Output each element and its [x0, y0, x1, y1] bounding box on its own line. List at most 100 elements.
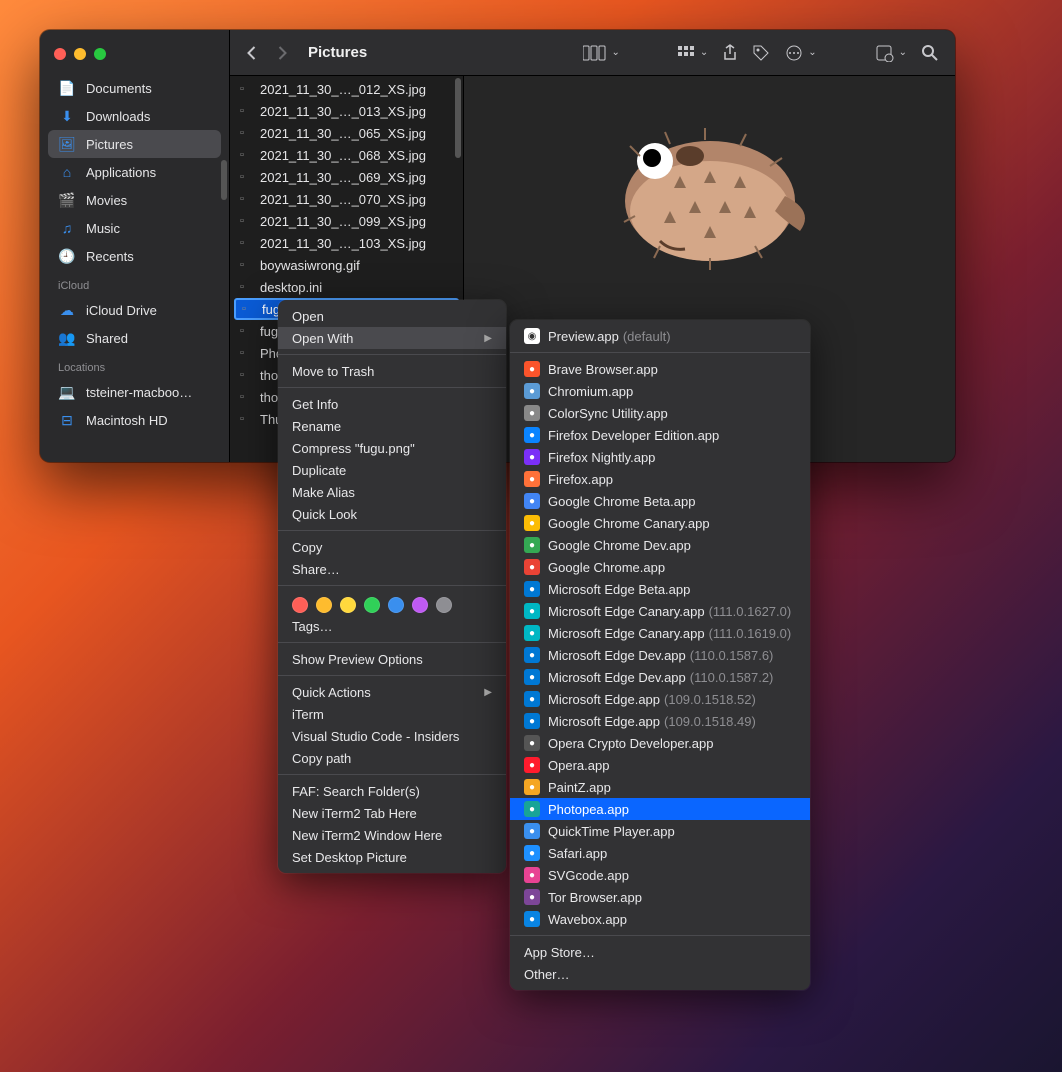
file-item[interactable]: ▫2021_11_30_…_013_XS.jpg	[230, 100, 463, 122]
open-with-app[interactable]: ●Microsoft Edge.app(109.0.1518.52)	[510, 688, 810, 710]
search-button[interactable]	[921, 44, 939, 62]
open-with-app[interactable]: ●Firefox Nightly.app	[510, 446, 810, 468]
menu-new-iterm-tab[interactable]: New iTerm2 Tab Here	[278, 802, 506, 824]
open-with-app[interactable]: ●Google Chrome Dev.app	[510, 534, 810, 556]
open-with-app[interactable]: ●Google Chrome Canary.app	[510, 512, 810, 534]
close-window[interactable]	[54, 48, 66, 60]
tag-color[interactable]	[364, 597, 380, 613]
back-button[interactable]	[246, 45, 257, 61]
menu-compress[interactable]: Compress "fugu.png"	[278, 437, 506, 459]
open-with-app[interactable]: ●SVGcode.app	[510, 864, 810, 886]
menu-new-iterm-window[interactable]: New iTerm2 Window Here	[278, 824, 506, 846]
sidebar-item-shared[interactable]: 👥Shared	[48, 324, 221, 352]
file-item[interactable]: ▫boywasiwrong.gif	[230, 254, 463, 276]
open-with-app[interactable]: ●Microsoft Edge Dev.app(110.0.1587.2)	[510, 666, 810, 688]
view-columns-button[interactable]: ⌄	[583, 45, 619, 61]
open-with-app[interactable]: ●Google Chrome Beta.app	[510, 490, 810, 512]
menu-share[interactable]: Share…	[278, 558, 506, 580]
open-with-app[interactable]: ●Wavebox.app	[510, 908, 810, 930]
sidebar-item-recents[interactable]: 🕘Recents	[48, 242, 221, 270]
menu-trash[interactable]: Move to Trash	[278, 360, 506, 382]
open-with-app[interactable]: ●QuickTime Player.app	[510, 820, 810, 842]
open-with-app[interactable]: ●Microsoft Edge Beta.app	[510, 578, 810, 600]
menu-preview-options[interactable]: Show Preview Options	[278, 648, 506, 670]
app-name: Google Chrome Beta.app	[548, 494, 695, 509]
filelist-scrollbar[interactable]	[455, 78, 461, 158]
open-with-app[interactable]: ●ColorSync Utility.app	[510, 402, 810, 424]
file-item[interactable]: ▫2021_11_30_…_070_XS.jpg	[230, 188, 463, 210]
open-with-app[interactable]: ●Chromium.app	[510, 380, 810, 402]
folder-icon: ⌂	[58, 164, 76, 180]
open-with-app[interactable]: ●Safari.app	[510, 842, 810, 864]
sidebar-scrollbar[interactable]	[221, 160, 227, 200]
file-item[interactable]: ▫2021_11_30_…_069_XS.jpg	[230, 166, 463, 188]
forward-button[interactable]	[277, 45, 288, 61]
file-item[interactable]: ▫2021_11_30_…_099_XS.jpg	[230, 210, 463, 232]
sidebar-item-macintosh-hd[interactable]: ⊟Macintosh HD	[48, 406, 221, 434]
open-with-default[interactable]: ◉ Preview.app (default)	[510, 325, 810, 347]
open-with-app[interactable]: ●Opera.app	[510, 754, 810, 776]
open-with-app[interactable]: ●Opera Crypto Developer.app	[510, 732, 810, 754]
open-with-app[interactable]: ●Firefox Developer Edition.app	[510, 424, 810, 446]
file-icon: ▫	[240, 325, 254, 337]
menu-open[interactable]: Open	[278, 305, 506, 327]
sidebar-item-downloads[interactable]: ⬇Downloads	[48, 102, 221, 130]
open-with-app[interactable]: ●Microsoft Edge Canary.app(111.0.1627.0)	[510, 600, 810, 622]
menu-get-info[interactable]: Get Info	[278, 393, 506, 415]
actions-button[interactable]: ⌄	[875, 44, 907, 62]
menu-vscode[interactable]: Visual Studio Code - Insiders	[278, 725, 506, 747]
tag-color[interactable]	[436, 597, 452, 613]
menu-alias[interactable]: Make Alias	[278, 481, 506, 503]
tag-color[interactable]	[316, 597, 332, 613]
menu-duplicate[interactable]: Duplicate	[278, 459, 506, 481]
open-with-app[interactable]: ●PaintZ.app	[510, 776, 810, 798]
menu-open-with[interactable]: Open With▶	[278, 327, 506, 349]
file-item[interactable]: ▫2021_11_30_…_103_XS.jpg	[230, 232, 463, 254]
menu-quicklook[interactable]: Quick Look	[278, 503, 506, 525]
share-button[interactable]	[722, 44, 738, 62]
minimize-window[interactable]	[74, 48, 86, 60]
menu-faf[interactable]: FAF: Search Folder(s)	[278, 780, 506, 802]
tag-color[interactable]	[292, 597, 308, 613]
file-item[interactable]: ▫2021_11_30_…_012_XS.jpg	[230, 78, 463, 100]
open-with-app[interactable]: ●Photopea.app	[510, 798, 810, 820]
sidebar-item-pictures[interactable]: 🖼Pictures	[48, 130, 221, 158]
app-name: Opera Crypto Developer.app	[548, 736, 713, 751]
menu-iterm[interactable]: iTerm	[278, 703, 506, 725]
open-with-app[interactable]: ●Tor Browser.app	[510, 886, 810, 908]
tag-color[interactable]	[340, 597, 356, 613]
tag-color[interactable]	[412, 597, 428, 613]
sidebar: 📄Documents⬇Downloads🖼Pictures⌂Applicatio…	[40, 30, 230, 462]
more-button[interactable]: ⌄	[784, 45, 816, 61]
sidebar-item-movies[interactable]: 🎬Movies	[48, 186, 221, 214]
file-item[interactable]: ▫desktop.ini	[230, 276, 463, 298]
open-with-other[interactable]: Other…	[510, 963, 810, 985]
open-with-app[interactable]: ●Microsoft Edge Canary.app(111.0.1619.0)	[510, 622, 810, 644]
open-with-app[interactable]: ●Microsoft Edge.app(109.0.1518.49)	[510, 710, 810, 732]
open-with-app[interactable]: ●Brave Browser.app	[510, 358, 810, 380]
group-button[interactable]: ⌄	[678, 46, 708, 60]
menu-copy-path[interactable]: Copy path	[278, 747, 506, 769]
open-with-app[interactable]: ●Firefox.app	[510, 468, 810, 490]
tag-color[interactable]	[388, 597, 404, 613]
menu-set-desktop[interactable]: Set Desktop Picture	[278, 846, 506, 868]
sidebar-item-applications[interactable]: ⌂Applications	[48, 158, 221, 186]
menu-quick-actions[interactable]: Quick Actions▶	[278, 681, 506, 703]
open-with-app[interactable]: ●Microsoft Edge Dev.app(110.0.1587.6)	[510, 644, 810, 666]
file-name: boywasiwrong.gif	[260, 258, 360, 273]
menu-rename[interactable]: Rename	[278, 415, 506, 437]
file-item[interactable]: ▫2021_11_30_…_068_XS.jpg	[230, 144, 463, 166]
menu-tags[interactable]: Tags…	[278, 615, 506, 637]
open-with-app[interactable]: ●Google Chrome.app	[510, 556, 810, 578]
fullscreen-window[interactable]	[94, 48, 106, 60]
preview-scrollbar[interactable]	[941, 78, 953, 460]
tags-button[interactable]	[752, 44, 770, 62]
menu-copy[interactable]: Copy	[278, 536, 506, 558]
file-item[interactable]: ▫2021_11_30_…_065_XS.jpg	[230, 122, 463, 144]
open-with-app-store[interactable]: App Store…	[510, 941, 810, 963]
app-icon: ●	[524, 669, 540, 685]
sidebar-item-icloud-drive[interactable]: ☁iCloud Drive	[48, 296, 221, 324]
sidebar-item-tsteiner-macboo-[interactable]: 💻tsteiner-macboo…	[48, 378, 221, 406]
sidebar-item-documents[interactable]: 📄Documents	[48, 74, 221, 102]
sidebar-item-music[interactable]: ♫Music	[48, 214, 221, 242]
